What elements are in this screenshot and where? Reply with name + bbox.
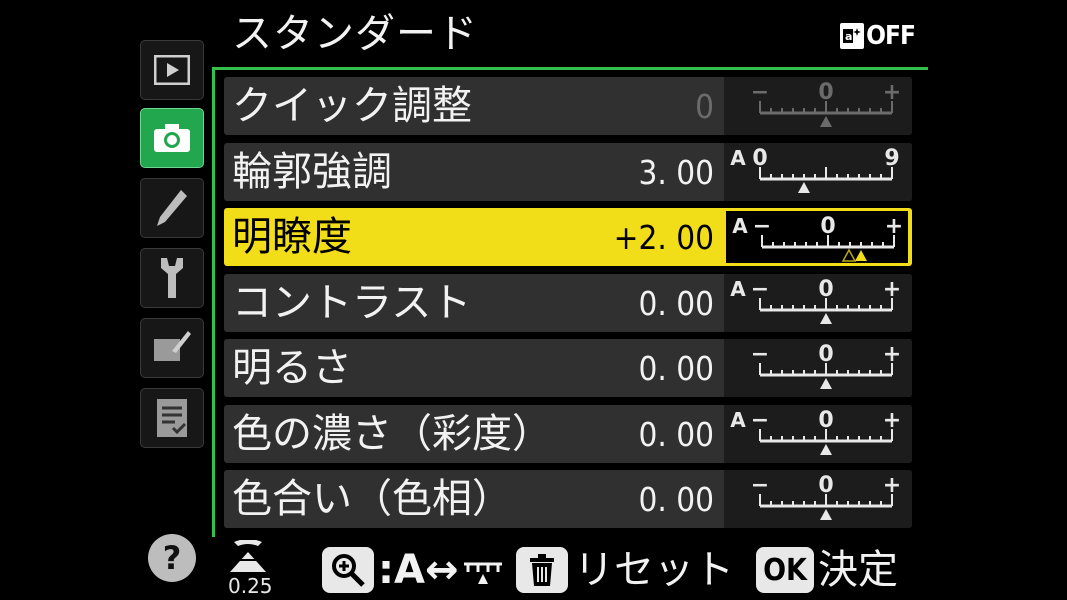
- menu-row-label: 明瞭度: [232, 214, 352, 260]
- menu-row[interactable]: 明るさ 0. 00 − 0 +: [224, 339, 912, 397]
- menu-row-value: 0. 00: [638, 284, 714, 323]
- zoom-hint-text: :A↔: [378, 547, 459, 593]
- scale-value-marker: [820, 116, 832, 127]
- scale-min-label: −: [751, 408, 769, 433]
- menu-row-label: コントラスト: [232, 280, 472, 326]
- reset-hint[interactable]: リセット: [516, 540, 734, 600]
- step-indicator: 0.25: [228, 539, 273, 600]
- adjustment-scale: − 0 +: [724, 339, 912, 397]
- menu-row[interactable]: 輪郭強調 3. 00 A 0 9: [224, 143, 912, 201]
- reset-label: リセット: [574, 547, 734, 593]
- auto-marker-label: A: [730, 408, 746, 432]
- scale-previous-marker: [841, 248, 857, 262]
- tab-playback-menu[interactable]: [140, 40, 204, 100]
- scale-center-label: 0: [820, 214, 835, 239]
- tab-setup-menu[interactable]: [140, 248, 204, 308]
- menu-row[interactable]: コントラスト 0. 00 A − 0 +: [224, 274, 912, 332]
- menu-row-value: 3. 00: [638, 153, 714, 192]
- help-button[interactable]: ?: [148, 534, 196, 582]
- wrench-icon: [161, 258, 183, 298]
- scale-max-label: +: [883, 80, 901, 105]
- checklist-icon: [157, 399, 187, 437]
- scale-value-marker: [855, 250, 867, 261]
- scale-min-label: −: [751, 277, 769, 302]
- scale-max-label: +: [883, 277, 901, 302]
- camera-icon: [154, 124, 190, 152]
- step-scale-icon: [230, 539, 266, 572]
- menu-row-value: 0. 00: [638, 349, 714, 388]
- zoom-hint: :A↔: [322, 540, 504, 600]
- adjustment-scale: − 0 +: [724, 470, 912, 528]
- scale-max-label: +: [883, 473, 901, 498]
- menu-row-label: 色合い（色相）: [232, 476, 512, 522]
- scale-value-marker: [820, 378, 832, 389]
- scale-min-label: −: [751, 342, 769, 367]
- status-badge: a OFF: [840, 20, 916, 52]
- trash-icon: [516, 547, 568, 593]
- scale-max-label: +: [883, 408, 901, 433]
- svg-text:a: a: [845, 30, 852, 43]
- play-icon: [154, 55, 190, 85]
- scale-value-marker: [820, 313, 832, 324]
- active-d-lighting-icon: a: [840, 23, 865, 49]
- menu-row-label: 色の濃さ（彩度）: [232, 411, 552, 457]
- scale-center-label: 0: [818, 80, 833, 105]
- scale-min-label: −: [751, 473, 769, 498]
- auto-marker-label: A: [732, 214, 748, 238]
- menu-row-value: 0. 00: [638, 480, 714, 519]
- scale-center-label: 0: [818, 473, 833, 498]
- menu-row-value: +2. 00: [613, 218, 714, 257]
- zoom-in-button-icon: [322, 547, 374, 593]
- menu-row[interactable]: クイック調整 0 − 0 +: [224, 77, 912, 135]
- adjustment-scale: − 0 +: [724, 77, 912, 135]
- auto-marker-label: A: [730, 277, 746, 301]
- scale-toggle-icon: [464, 562, 503, 584]
- tab-my-menu[interactable]: [140, 388, 204, 448]
- scale-center-label: 0: [818, 277, 833, 302]
- adjustment-scale: A0 9: [724, 143, 912, 201]
- ok-hint[interactable]: OK 決定: [756, 540, 898, 600]
- scale-value-marker: [820, 444, 832, 455]
- tab-retouch-menu[interactable]: [140, 318, 204, 378]
- scale-value-marker: [820, 509, 832, 520]
- menu-row[interactable]: 色合い（色相） 0. 00 − 0 +: [224, 470, 912, 528]
- step-value: 0.25: [228, 574, 273, 598]
- scale-max-label: +: [883, 342, 901, 367]
- menu-row-value: 0: [695, 87, 714, 126]
- pencil-icon: [157, 190, 187, 226]
- menu-row-label: 明るさ: [232, 345, 352, 391]
- tab-custom-settings-menu[interactable]: [140, 178, 204, 238]
- scale-min-label: −: [751, 80, 769, 105]
- retouch-brush-icon: [154, 331, 191, 361]
- menu-row-value: 0. 00: [638, 415, 714, 454]
- adjustment-scale: A − 0 +: [724, 274, 912, 332]
- scale-value-marker: [797, 182, 810, 193]
- ok-label: 決定: [818, 547, 898, 593]
- scale-center-label: 0: [818, 342, 833, 367]
- menu-row[interactable]: 明瞭度 +2. 00 A − 0 +: [224, 208, 912, 266]
- tab-photo-shooting-menu[interactable]: [140, 108, 204, 168]
- adjustment-scale: A − 0 +: [723, 208, 911, 266]
- menu-row[interactable]: 色の濃さ（彩度） 0. 00 A − 0 +: [224, 405, 912, 463]
- auto-marker-label: A: [730, 146, 746, 170]
- menu-row-label: クイック調整: [232, 83, 472, 129]
- page-title: スタンダード: [232, 11, 478, 57]
- menu-row-label: 輪郭強調: [232, 149, 392, 195]
- status-badge-text: OFF: [866, 21, 916, 51]
- scale-min-label: −: [753, 214, 771, 239]
- scale-max-label: +: [885, 214, 903, 239]
- scale-max-label: 9: [884, 146, 899, 171]
- adjustment-scale: A − 0 +: [724, 405, 912, 463]
- ok-button-icon: OK: [756, 547, 814, 593]
- scale-min-label: 0: [752, 146, 767, 171]
- scale-center-label: 0: [818, 408, 833, 433]
